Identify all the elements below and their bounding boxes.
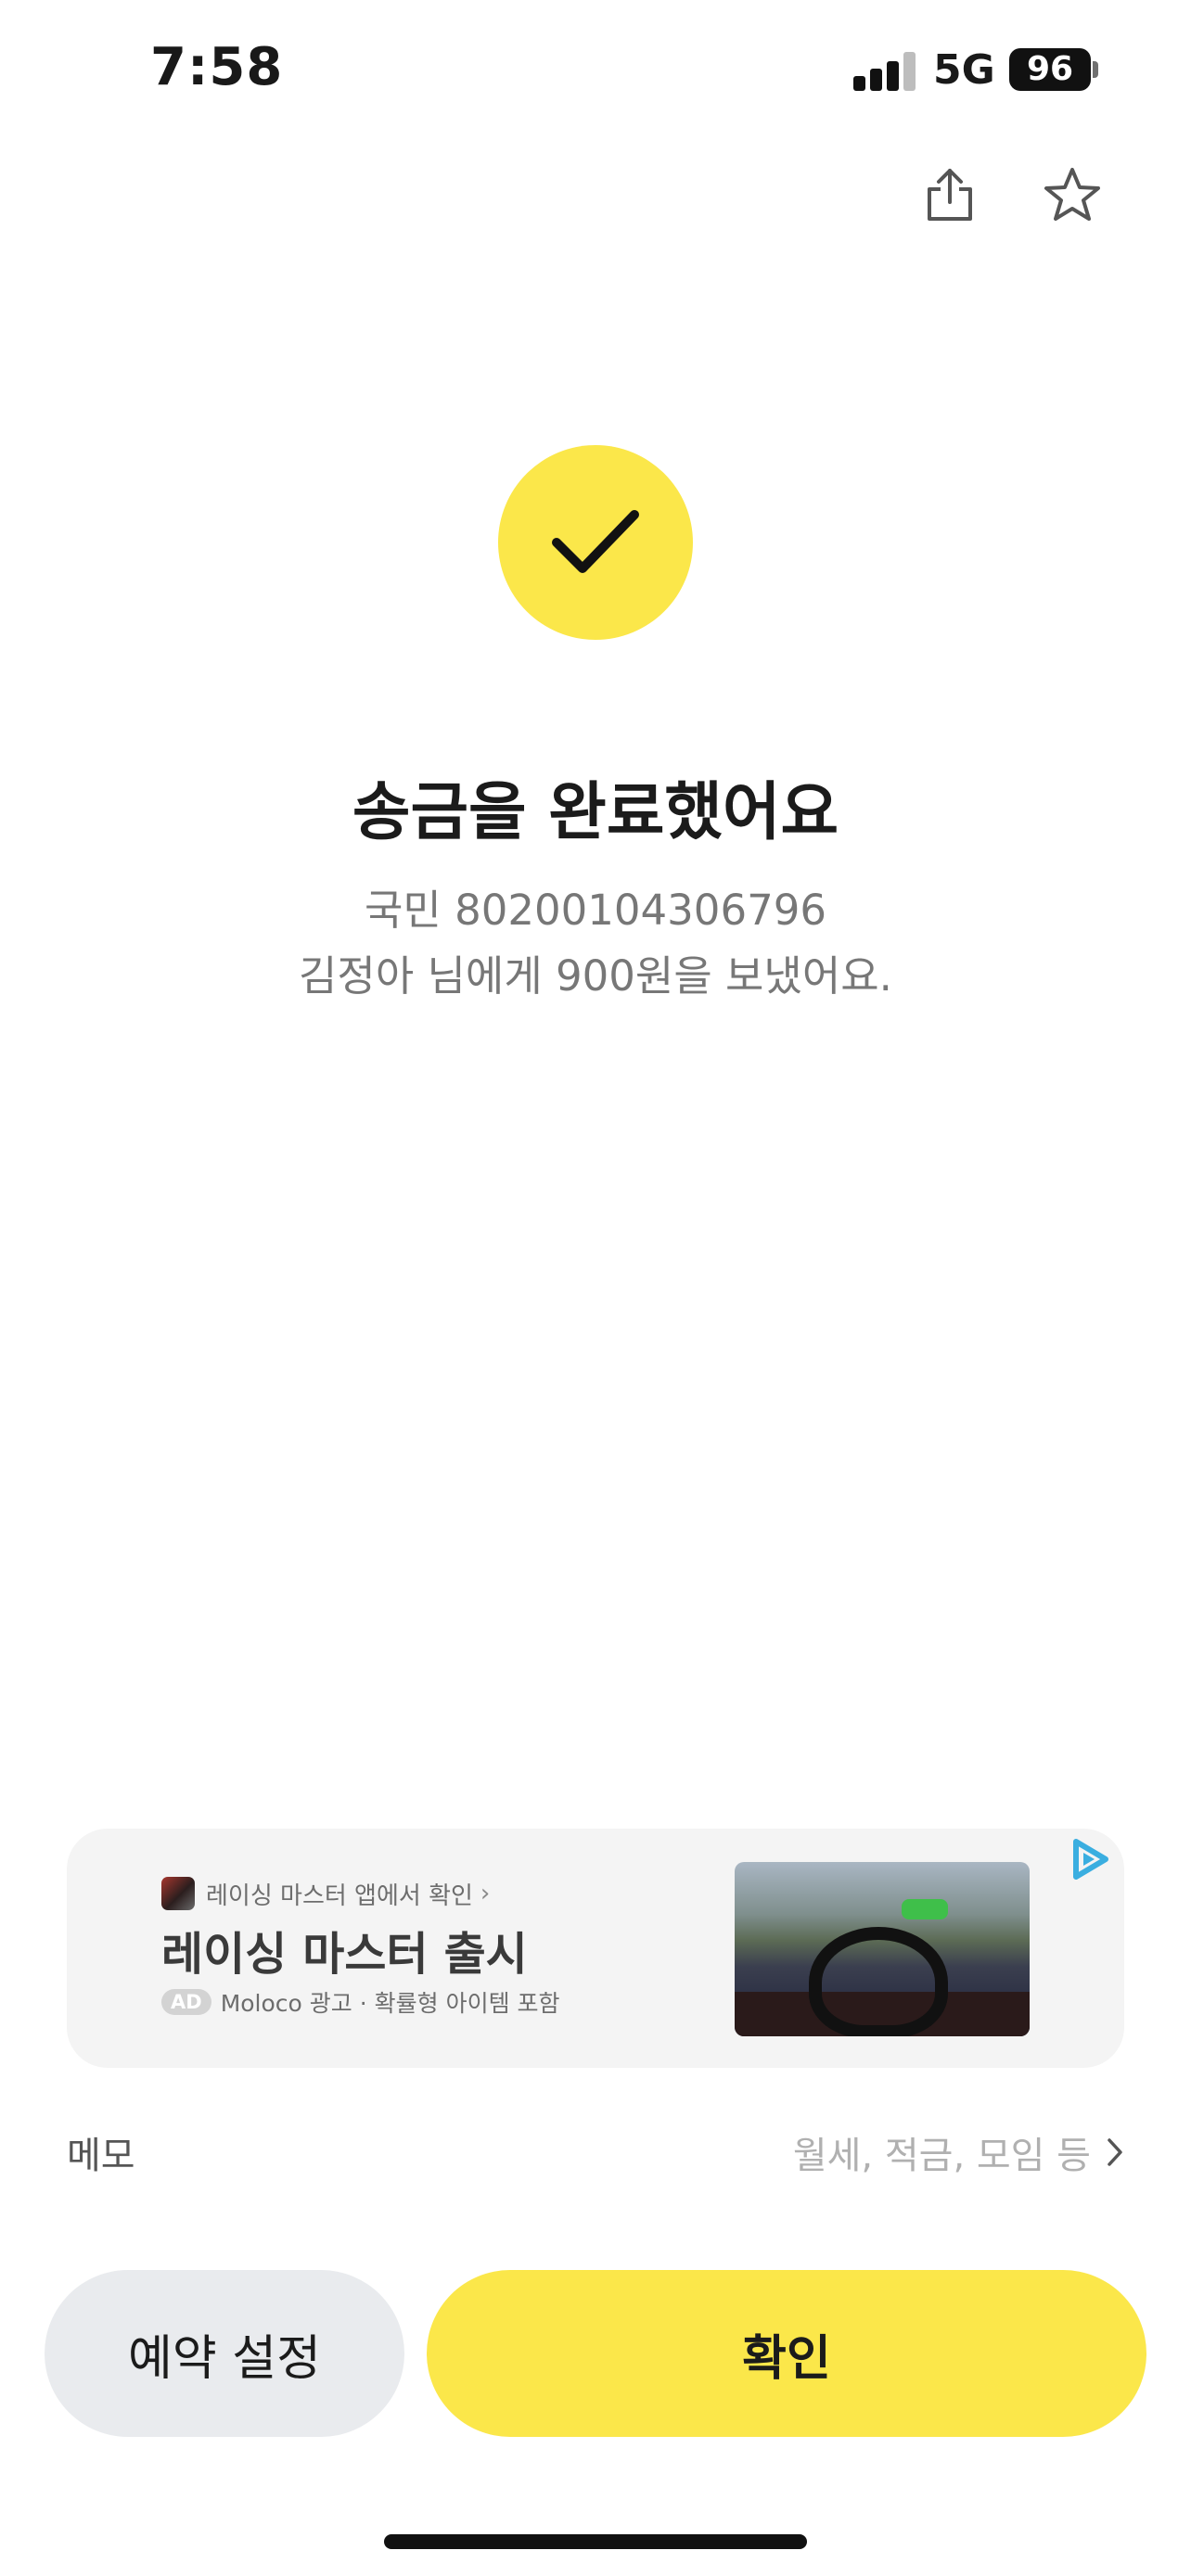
transfer-message: 김정아 님에게 900원을 보냈어요. [299,951,892,1001]
signal-strength-icon [853,52,916,91]
home-indicator[interactable] [384,2534,807,2549]
battery-cap [1093,61,1098,78]
star-icon [1044,168,1100,221]
favorite-button[interactable] [1035,158,1109,232]
ad-image-car [902,1899,948,1919]
top-actions [913,158,1135,232]
memo-placeholder: 월세, 적금, 모임 등 [792,2135,1091,2177]
status-time: 7:58 [150,37,284,97]
schedule-button[interactable]: 예약 설정 [45,2270,404,2437]
ad-app-link[interactable]: 레이싱 마스터 앱에서 확인 › [161,1877,490,1910]
ad-meta: AD Moloco 광고 · 확률형 아이템 포함 [161,1986,560,2018]
ad-sponsor: Moloco 광고 · 확률형 아이템 포함 [220,1990,560,2017]
recipient-account: 국민 80200104306796 [365,886,826,935]
share-button[interactable] [913,158,987,232]
share-icon [928,169,972,221]
memo-input[interactable]: 월세, 적금, 모임 등 [793,2125,1124,2179]
check-icon [552,510,639,573]
ad-image[interactable] [735,1862,1030,2036]
ad-image-wheel [809,1927,948,2036]
ad-title: 레이싱 마스터 출시 [161,1928,528,1981]
chevron-right-icon [1108,2138,1122,2166]
adchoices-icon[interactable] [1067,1836,1113,1882]
confirm-button[interactable]: 확인 [427,2270,1146,2437]
network-label: 5G [933,46,995,94]
status-bar: 7:58 5G 96 [0,0,1191,139]
battery-icon: 96 [1009,48,1091,91]
memo-row[interactable]: 메모 월세, 적금, 모임 등 [67,2120,1124,2185]
page-title: 송금을 완료했어요 [352,776,839,849]
success-badge [498,445,693,640]
ad-app-link-label: 레이싱 마스터 앱에서 확인 [206,1881,473,1910]
app-icon [161,1877,195,1910]
ad-banner[interactable]: 레이싱 마스터 앱에서 확인 › 레이싱 마스터 출시 AD Moloco 광고… [67,1829,1124,2068]
memo-label: 메모 [67,2135,135,2177]
ad-badge: AD [161,1989,211,2015]
chevron-right-icon: › [480,1880,491,1907]
